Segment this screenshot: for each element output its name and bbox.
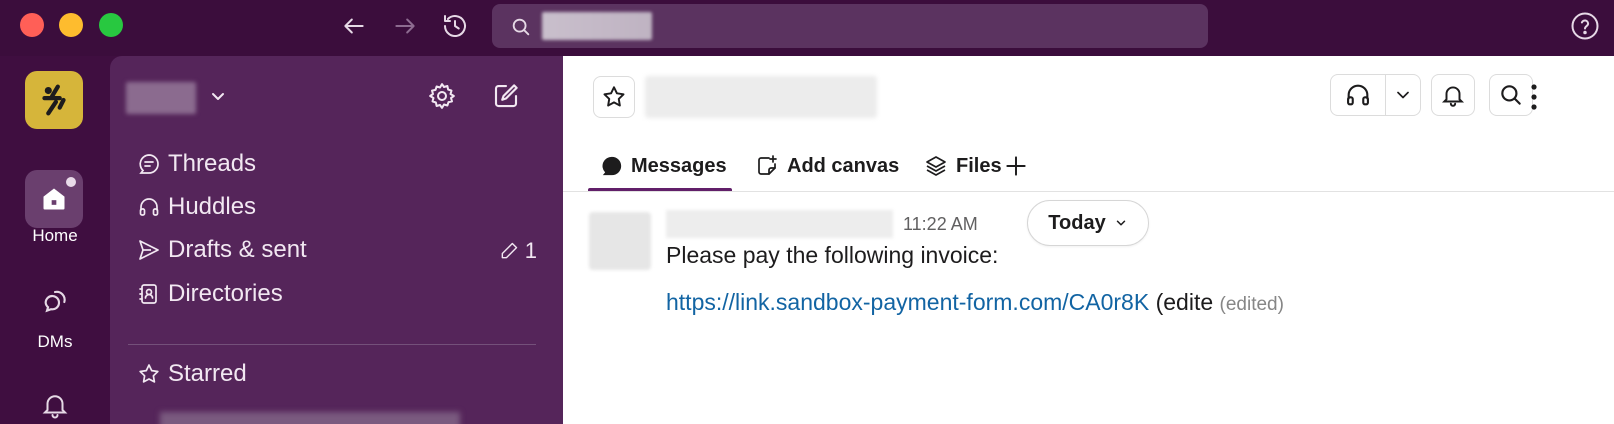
headphones-icon [1347, 84, 1370, 106]
message-link-line: https://link.sandbox-payment-form.com/CA… [666, 289, 1284, 316]
sidebar-item-label: Huddles [168, 193, 257, 220]
tab-label: Messages [631, 154, 727, 177]
sidebar-item-cut-off[interactable] [160, 412, 460, 424]
pencil-icon [501, 242, 517, 259]
sidebar-section-starred[interactable]: Starred [136, 356, 247, 392]
workspace-logo[interactable] [25, 71, 83, 129]
help-button[interactable] [1570, 11, 1600, 46]
star-icon [136, 361, 162, 387]
drafts-count-badge: 1 [499, 238, 537, 264]
active-tab-indicator [588, 188, 732, 191]
sidebar-item-huddles[interactable]: Huddles [136, 189, 256, 225]
history-icon [444, 15, 466, 38]
channel-view: Messages Add canvas Files 11:22 AM Today… [563, 56, 1614, 424]
workspace-rail: Home DMs [0, 56, 110, 424]
edited-label: (edited) [1219, 294, 1284, 315]
workspace-name[interactable] [126, 82, 196, 114]
rail-activity-button[interactable] [0, 390, 110, 424]
arrow-left-icon [344, 18, 364, 34]
channel-sidebar: Threads Huddles Drafts & sent 1 Director… [110, 56, 563, 424]
send-icon [136, 237, 162, 263]
help-icon [1571, 12, 1599, 40]
back-button[interactable] [336, 8, 372, 44]
sidebar-item-drafts-sent[interactable]: Drafts & sent [136, 232, 307, 268]
headphones-icon [136, 194, 162, 220]
message-timestamp[interactable]: 11:22 AM [903, 214, 978, 235]
sidebar-item-directories[interactable]: Directories [136, 276, 283, 312]
chevron-down-icon [212, 93, 224, 100]
compose-icon [494, 84, 518, 108]
dms-icon [44, 290, 66, 313]
search-redacted-text [542, 12, 652, 40]
tab-messages[interactable]: Messages [601, 140, 727, 192]
notifications-button[interactable] [1431, 74, 1475, 116]
tab-label: Files [956, 154, 1002, 177]
forward-button[interactable] [387, 8, 423, 44]
channel-name[interactable] [645, 76, 877, 118]
search-input[interactable] [492, 4, 1208, 48]
gear-icon [429, 83, 455, 109]
rail-dms-label: DMs [37, 332, 73, 351]
notification-dot [66, 177, 76, 187]
start-huddle-button[interactable] [1331, 75, 1387, 115]
date-divider-button[interactable]: Today [1027, 200, 1149, 246]
home-icon [43, 188, 65, 210]
arrow-right-icon [395, 18, 415, 34]
close-window-button[interactable] [20, 13, 44, 37]
bell-icon [42, 395, 68, 419]
sidebar-section-label: Starred [168, 360, 247, 387]
star-channel-button[interactable] [593, 76, 635, 118]
tab-files[interactable]: Files [924, 140, 1002, 192]
workspace-logo-icon [42, 84, 66, 116]
sidebar-item-label: Threads [168, 150, 257, 177]
chevron-down-icon [1397, 91, 1410, 99]
search-icon [510, 16, 532, 43]
kebab-menu-icon [1531, 84, 1537, 110]
workspace-menu-chevron[interactable] [206, 84, 230, 113]
huddle-button[interactable] [1330, 74, 1421, 116]
threads-icon [136, 151, 162, 177]
add-tab-button[interactable] [1003, 140, 1029, 192]
title-bar [0, 0, 1614, 56]
directory-icon [136, 281, 162, 307]
zoom-window-button[interactable] [99, 13, 123, 37]
invoice-link[interactable]: https://link.sandbox-payment-form.com/CA… [666, 289, 1149, 315]
files-icon [924, 154, 948, 178]
tab-add-canvas[interactable]: Add canvas [755, 140, 899, 192]
rail-home-button[interactable] [25, 170, 83, 228]
message-icon [601, 155, 623, 177]
sidebar-item-label: Drafts & sent [168, 236, 307, 263]
canvas-icon [755, 154, 779, 178]
minimize-window-button[interactable] [59, 13, 83, 37]
history-button[interactable] [437, 8, 473, 44]
message-author[interactable] [666, 210, 893, 238]
rail-dms-button[interactable] [0, 284, 110, 314]
channel-tabs: Messages Add canvas Files [563, 140, 1614, 192]
rail-home-label: Home [32, 226, 78, 245]
star-icon [603, 86, 625, 107]
more-options-button[interactable] [1519, 76, 1549, 118]
sidebar-item-threads[interactable]: Threads [136, 146, 256, 182]
date-divider-label: Today [1048, 211, 1106, 234]
sidebar-item-label: Directories [168, 280, 283, 307]
preferences-button[interactable] [422, 76, 462, 116]
message-trailing-text: (edite [1149, 289, 1220, 315]
bell-icon [1441, 86, 1465, 107]
huddle-options-button[interactable] [1386, 75, 1420, 115]
avatar[interactable] [589, 212, 651, 270]
tab-label: Add canvas [787, 154, 900, 177]
message-body: Please pay the following invoice: [666, 242, 999, 268]
compose-button[interactable] [486, 76, 526, 116]
plus-icon [1006, 156, 1026, 176]
sidebar-divider [128, 344, 536, 345]
chevron-down-icon [1116, 220, 1125, 226]
drafts-count: 1 [524, 238, 537, 263]
